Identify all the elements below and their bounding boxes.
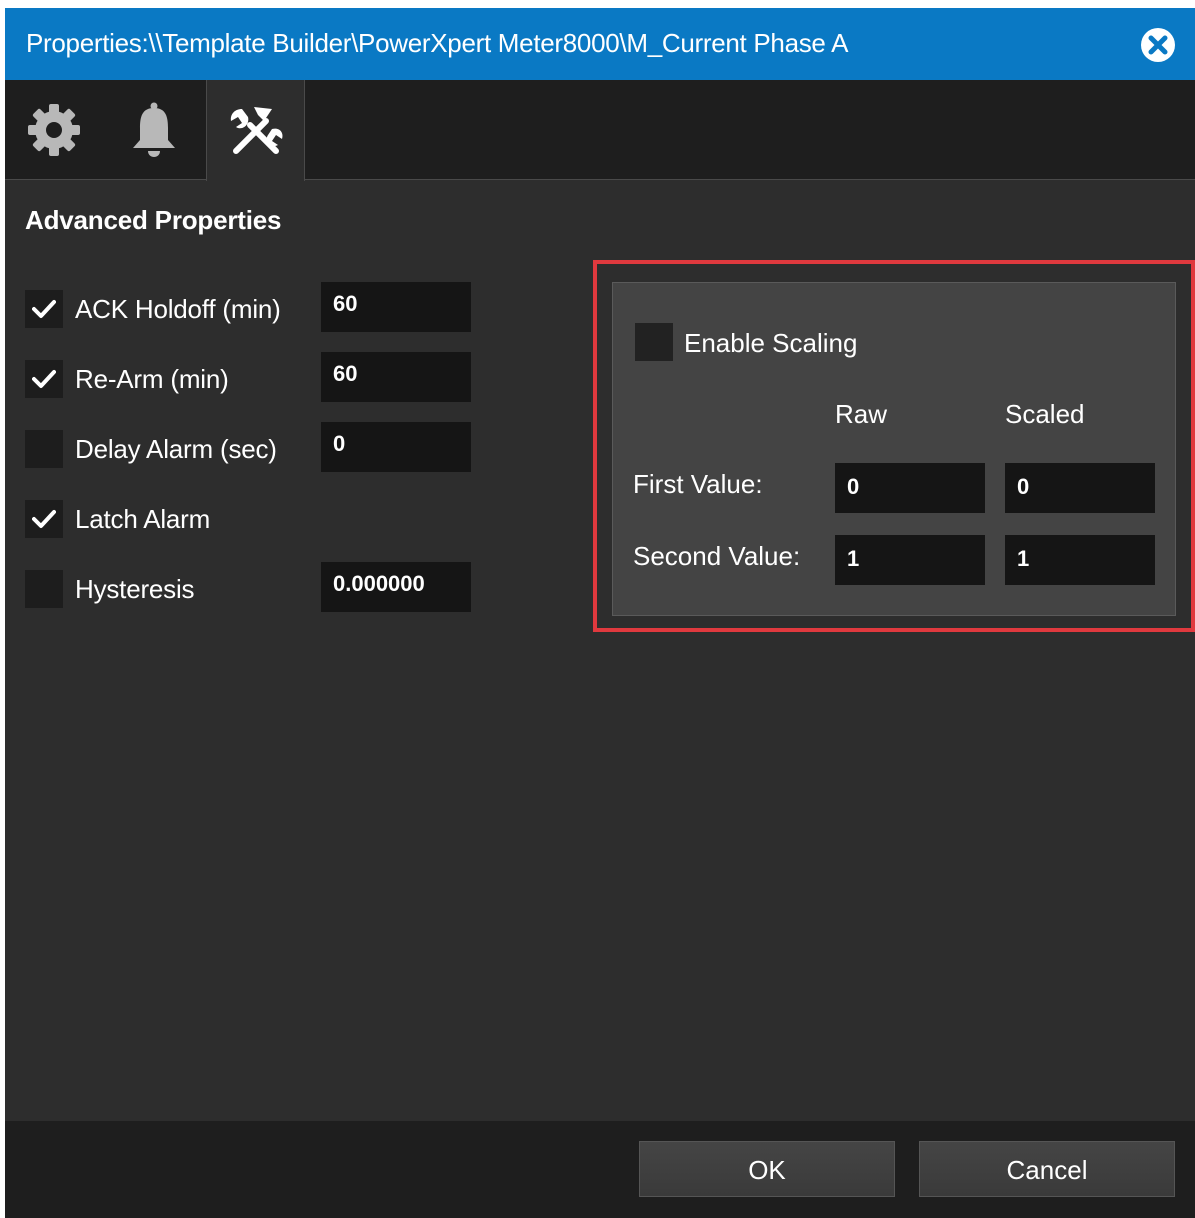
option-row-ack-holdoff: ACK Holdoff (min): [25, 282, 485, 332]
ack-holdoff-input[interactable]: [321, 282, 471, 332]
close-icon: [1141, 28, 1175, 62]
delay-alarm-checkbox[interactable]: [25, 430, 63, 468]
tab-bar: [5, 80, 1195, 181]
first-raw-input[interactable]: [835, 463, 985, 513]
ok-button[interactable]: OK: [639, 1141, 895, 1197]
tools-icon: [230, 106, 283, 154]
re-arm-checkbox[interactable]: [25, 360, 63, 398]
bell-icon: [133, 102, 175, 157]
latch-alarm-label: Latch Alarm: [75, 504, 211, 534]
checkmark-icon: [32, 300, 56, 318]
first-value-label: First Value:: [633, 469, 763, 499]
tab-advanced[interactable]: [206, 80, 305, 181]
checkmark-icon: [32, 370, 56, 388]
hysteresis-label: Hysteresis: [75, 574, 195, 604]
second-value-label: Second Value:: [633, 541, 801, 571]
second-scaled-input[interactable]: [1005, 535, 1155, 585]
hysteresis-input[interactable]: [321, 562, 471, 612]
option-row-hysteresis: Hysteresis: [25, 562, 485, 612]
title-bar: Properties:\\Template Builder\PowerXpert…: [5, 8, 1195, 80]
delay-alarm-input[interactable]: [321, 422, 471, 472]
dialog-title: Properties:\\Template Builder\PowerXpert…: [26, 28, 849, 58]
properties-dialog: Properties:\\Template Builder\PowerXpert…: [5, 8, 1195, 1218]
latch-alarm-checkbox[interactable]: [25, 500, 63, 538]
tab-general[interactable]: [5, 80, 103, 180]
enable-scaling-checkbox[interactable]: [635, 323, 673, 361]
cancel-button[interactable]: Cancel: [919, 1141, 1175, 1197]
option-row-latch-alarm: Latch Alarm: [25, 492, 485, 542]
ack-holdoff-label: ACK Holdoff (min): [75, 294, 281, 324]
re-arm-label: Re-Arm (min): [75, 364, 229, 394]
re-arm-input[interactable]: [321, 352, 471, 402]
checkmark-icon: [32, 510, 56, 528]
ack-holdoff-checkbox[interactable]: [25, 290, 63, 328]
raw-column-header: Raw: [835, 399, 888, 429]
scaled-column-header: Scaled: [1005, 399, 1085, 429]
option-row-re-arm: Re-Arm (min): [25, 352, 485, 402]
close-button[interactable]: [1139, 26, 1177, 64]
hysteresis-checkbox[interactable]: [25, 570, 63, 608]
option-row-delay-alarm: Delay Alarm (sec): [25, 422, 485, 472]
delay-alarm-label: Delay Alarm (sec): [75, 434, 277, 464]
enable-scaling-label: Enable Scaling: [684, 328, 858, 358]
gear-icon: [28, 104, 80, 156]
scaling-panel: Enable Scaling Raw Scaled First Value: S…: [612, 282, 1176, 616]
section-title: Advanced Properties: [25, 205, 282, 235]
first-scaled-input[interactable]: [1005, 463, 1155, 513]
dialog-footer: OK Cancel: [5, 1121, 1195, 1218]
tab-alarm[interactable]: [105, 80, 203, 180]
second-raw-input[interactable]: [835, 535, 985, 585]
